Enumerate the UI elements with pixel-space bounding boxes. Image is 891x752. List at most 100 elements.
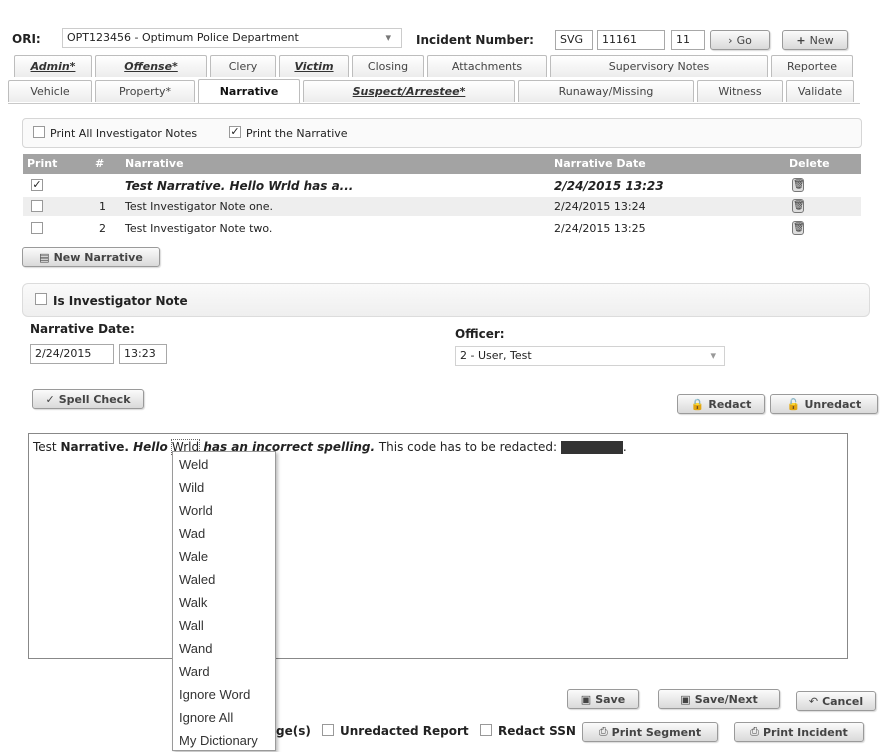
suggestion-item[interactable]: Walk [173,591,275,614]
print-incident-button[interactable]: ⎙ Print Incident [734,722,864,742]
tab-witness[interactable]: Witness [697,80,783,102]
save-icon: ▣ [680,692,691,706]
suggestion-item[interactable]: Weld [173,453,275,476]
ori-select[interactable]: OPT123456 - Optimum Police Department ▾ [62,28,402,48]
tab-victim[interactable]: Victim [279,55,349,77]
save-icon: ▣ [580,692,592,706]
table-row[interactable]: 1 Test Investigator Note one. 2/24/2015 … [23,197,861,216]
table-row[interactable]: ✓ Test Narrative. Hello Wrld has a... 2/… [23,176,861,195]
tab-closing[interactable]: Closing [352,55,424,77]
print-narrative-label: Print the Narrative [246,127,348,140]
row-narrative: Test Investigator Note two. [125,222,273,235]
ignore-all-item[interactable]: Ignore All [173,706,275,729]
row-narrative: Test Investigator Note one. [125,200,274,213]
new-button-label: New [809,33,834,47]
print-segment-button[interactable]: ⎙ Print Segment [582,722,718,742]
grid-header: Print # Narrative Narrative Date Delete [23,154,861,174]
print-all-notes-checkbox[interactable] [33,126,45,138]
suggestion-item[interactable]: Ward [173,660,275,683]
check-mark-icon: ✓ [45,392,55,406]
new-incident-button[interactable]: + New [782,30,848,50]
row-date: 2/24/2015 13:24 [554,200,646,213]
suggestion-item[interactable]: Wild [173,476,275,499]
grid-header-num: # [95,157,105,170]
tab-vehicle[interactable]: Vehicle [8,80,92,102]
suggestion-item[interactable]: Wad [173,522,275,545]
narrative-time-input[interactable]: 13:23 [119,344,167,364]
suggestion-item[interactable]: Wale [173,545,275,568]
tab-property[interactable]: Property* [95,80,195,102]
editor-text: . [622,440,627,454]
my-dictionary-item[interactable]: My Dictionary [173,729,275,752]
cancel-label: Cancel [822,694,864,708]
grid-header-date: Narrative Date [554,157,646,170]
go-button-label: Go [736,33,752,47]
suggestion-item[interactable]: Wand [173,637,275,660]
redact-label: Redact [708,397,752,411]
print-narrative-checkbox[interactable]: ✓ [229,126,241,138]
grid-header-print: Print [27,157,58,170]
suggestion-item[interactable]: Wall [173,614,275,637]
redacted-block [560,441,623,454]
cancel-button[interactable]: ↶ Cancel [796,691,876,711]
trash-icon[interactable]: 🗑 [792,221,804,235]
tab-runaway-missing[interactable]: Runaway/Missing [518,80,694,102]
row-num: 1 [99,200,106,213]
tab-offense[interactable]: Offense* [95,55,207,77]
suggestion-item[interactable]: World [173,499,275,522]
investigator-note-label: Is Investigator Note [53,294,188,308]
editor-text: Test [33,440,61,454]
incident-prefix-input[interactable]: SVG [555,30,593,50]
tab-supervisory-notes[interactable]: Supervisory Notes [550,55,768,77]
save-next-button[interactable]: ▣ Save/Next [658,689,780,709]
undo-icon: ↶ [808,694,819,708]
row-print-checkbox[interactable]: ✓ [31,179,43,191]
unredact-label: Unredact [804,397,862,411]
trash-icon[interactable]: 🗑 [792,199,804,213]
editor-text-bold: Narrative. [60,440,134,454]
incident-suffix-input[interactable]: 11 [671,30,705,50]
redact-button[interactable]: 🔒 Redact [677,394,765,414]
new-narrative-button[interactable]: ▤ New Narrative [22,247,160,267]
spell-check-button[interactable]: ✓ Spell Check [32,389,144,409]
save-button[interactable]: ▣ Save [567,689,639,709]
tab-narrative[interactable]: Narrative [198,79,300,103]
row-print-checkbox[interactable] [31,200,43,212]
suggestion-item[interactable]: Waled [173,568,275,591]
redact-ssn-label: Redact SSN [498,724,576,738]
plus-icon: + [796,33,806,47]
tab-clery[interactable]: Clery [210,55,276,77]
unredact-button[interactable]: 🔓 Unredact [770,394,878,414]
officer-select-value: 2 - User, Test [460,349,532,362]
narrative-date-label: Narrative Date: [30,322,135,336]
ori-select-value: OPT123456 - Optimum Police Department [67,31,299,44]
ignore-word-item[interactable]: Ignore Word [173,683,275,706]
narrative-editor[interactable]: Test Narrative. Hello Wrld has an incorr… [28,433,848,659]
go-button[interactable]: › Go [710,30,770,50]
save-label: Save [595,692,626,706]
incident-number-label: Incident Number: [416,33,534,47]
tab-attachments[interactable]: Attachments [427,55,547,77]
new-narrative-label: New Narrative [53,250,143,264]
new-document-icon: ▤ [39,250,50,264]
incident-number-input[interactable]: 11161 [597,30,665,50]
printer-icon: ⎙ [598,725,608,738]
spell-suggestion-menu: Weld Wild World Wad Wale Waled Walk Wall… [172,451,276,751]
narrative-date-input[interactable]: 2/24/2015 [30,344,114,364]
trash-icon[interactable]: 🗑 [792,178,804,192]
editor-text-bold-italic: Hello [133,440,172,454]
officer-select[interactable]: 2 - User, Test ▾ [455,346,725,366]
chevron-down-icon: ▾ [385,31,391,44]
tab-reportee[interactable]: Reportee [771,55,853,77]
redact-ssn-checkbox[interactable] [480,724,492,736]
unredacted-report-checkbox[interactable] [322,724,334,736]
tab-admin[interactable]: Admin* [14,55,92,77]
ori-label: ORI: [12,32,41,46]
investigator-note-checkbox[interactable] [35,293,47,305]
tab-strip-divider [8,103,860,104]
tab-validate[interactable]: Validate [786,80,854,102]
tab-suspect-arrestee[interactable]: Suspect/Arrestee* [303,80,515,102]
row-print-checkbox[interactable] [31,222,43,234]
table-row[interactable]: 2 Test Investigator Note two. 2/24/2015 … [23,219,861,238]
print-pages-label: ge(s) [276,724,311,738]
